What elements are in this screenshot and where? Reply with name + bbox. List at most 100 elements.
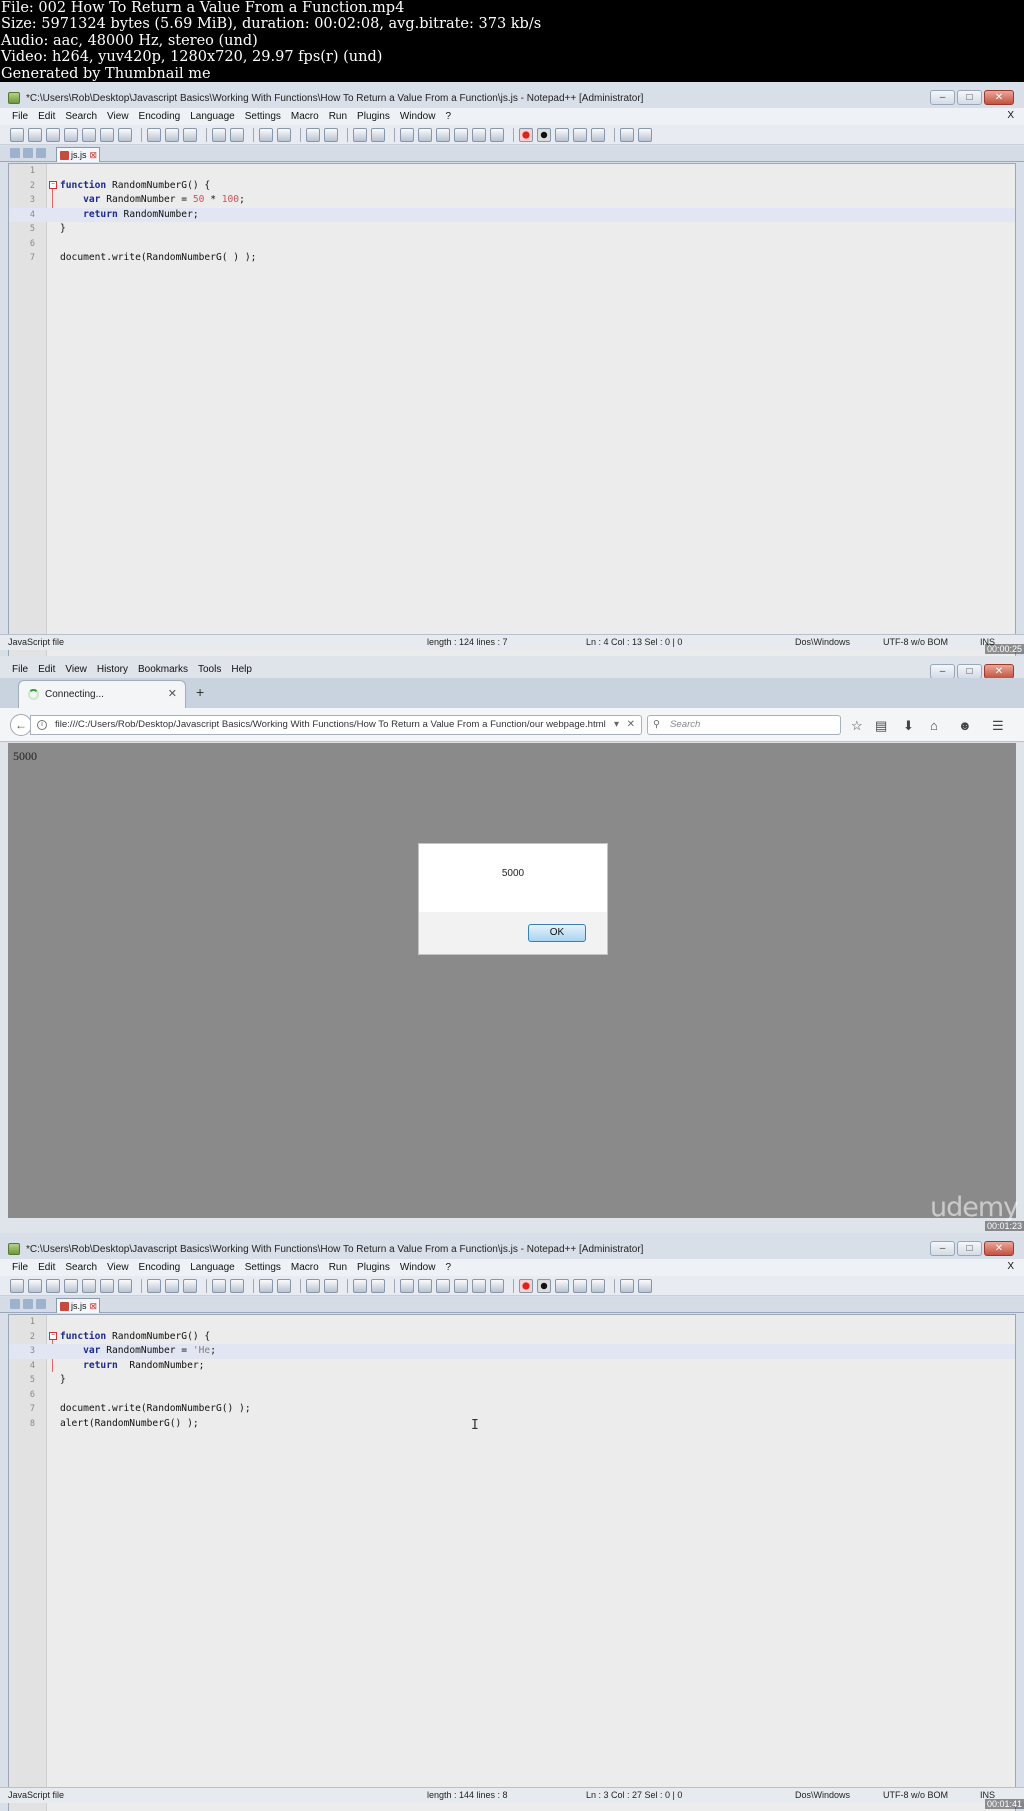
paste-icon[interactable] [183, 1278, 197, 1293]
open-file-icon[interactable] [28, 127, 42, 142]
find-icon[interactable] [259, 127, 273, 142]
site-info-icon[interactable]: i [37, 720, 47, 730]
stop-macro-icon[interactable] [537, 127, 551, 142]
minimize-button[interactable]: – [930, 664, 955, 679]
menu-macro[interactable]: Macro [291, 1262, 319, 1273]
menu-language[interactable]: Language [190, 111, 235, 122]
redo-icon[interactable] [230, 127, 244, 142]
zoom-out-icon[interactable] [324, 1278, 338, 1293]
save-icon[interactable] [46, 127, 60, 142]
doc-map-icon[interactable] [472, 127, 486, 142]
undo-icon[interactable] [212, 127, 226, 142]
paste-icon[interactable] [183, 127, 197, 142]
zoom-out-icon[interactable] [324, 127, 338, 142]
save-macro-icon[interactable] [591, 1278, 605, 1293]
menu-run[interactable]: Run [329, 111, 347, 122]
tab-js-file[interactable]: js.js ⊠ [56, 1298, 100, 1313]
doc-map-icon[interactable] [472, 1278, 486, 1293]
copy-icon[interactable] [165, 127, 179, 142]
fold-collapse-icon[interactable]: − [49, 1332, 57, 1340]
sync-horizontal-icon[interactable] [371, 127, 385, 142]
reading-list-icon[interactable]: ▤ [875, 718, 887, 734]
fold-collapse-icon[interactable]: − [49, 181, 57, 189]
code-editor[interactable]: 1 2 function RandomNumberG() { − 3 var Ra… [8, 163, 1016, 656]
menu-run[interactable]: Run [329, 1262, 347, 1273]
close-button[interactable]: ✕ [984, 90, 1014, 105]
menu-encoding[interactable]: Encoding [139, 1262, 181, 1273]
close-button[interactable]: ✕ [984, 1241, 1014, 1256]
save-all-icon[interactable] [64, 1278, 78, 1293]
menu-settings[interactable]: Settings [245, 111, 281, 122]
record-macro-icon[interactable] [519, 1278, 533, 1293]
minimize-button[interactable]: – [930, 90, 955, 105]
menu-window[interactable]: Window [400, 111, 436, 122]
menu-help[interactable]: ? [445, 1262, 451, 1273]
lang-icon[interactable] [454, 1278, 468, 1293]
show-all-chars-icon[interactable] [418, 127, 432, 142]
folder-icon[interactable] [638, 1278, 652, 1293]
open-file-icon[interactable] [28, 1278, 42, 1293]
menu-view[interactable]: View [65, 664, 87, 675]
new-tab-button[interactable]: + [196, 684, 204, 700]
close-file-icon[interactable] [82, 127, 96, 142]
dropdown-icon[interactable]: ▾ [614, 716, 619, 734]
spell-check-icon[interactable] [620, 127, 634, 142]
copy-icon[interactable] [165, 1278, 179, 1293]
play-macro-icon[interactable] [555, 127, 569, 142]
menu-help[interactable]: Help [231, 664, 252, 675]
menu-encoding[interactable]: Encoding [139, 111, 181, 122]
url-bar[interactable]: i file:///C:/Users/Rob/Desktop/Javascrip… [30, 715, 642, 735]
replace-icon[interactable] [277, 1278, 291, 1293]
zoom-in-icon[interactable] [306, 1278, 320, 1293]
menu-macro[interactable]: Macro [291, 111, 319, 122]
tab-close-icon[interactable]: ⊠ [89, 148, 97, 162]
alert-ok-button[interactable]: OK [528, 924, 586, 942]
home-icon[interactable]: ⌂ [930, 718, 938, 733]
sync-scroll-icon[interactable] [353, 127, 367, 142]
indent-guide-icon[interactable] [436, 127, 450, 142]
print-icon[interactable] [118, 127, 132, 142]
cut-icon[interactable] [147, 127, 161, 142]
bookmark-star-icon[interactable]: ☆ [851, 718, 863, 734]
tab-connecting[interactable]: Connecting... ✕ [18, 680, 186, 708]
menu-close-doc[interactable]: X [1007, 1261, 1014, 1272]
menu-tools[interactable]: Tools [198, 664, 221, 675]
menu-history[interactable]: History [97, 664, 128, 675]
close-all-icon[interactable] [100, 127, 114, 142]
redo-icon[interactable] [230, 1278, 244, 1293]
func-list-icon[interactable] [490, 127, 504, 142]
download-icon[interactable]: ⬇ [903, 718, 914, 734]
find-icon[interactable] [259, 1278, 273, 1293]
menu-help[interactable]: ? [445, 111, 451, 122]
menu-language[interactable]: Language [190, 1262, 235, 1273]
sync-scroll-icon[interactable] [353, 1278, 367, 1293]
undo-icon[interactable] [212, 1278, 226, 1293]
menu-view[interactable]: View [107, 111, 129, 122]
chat-icon[interactable]: ☻ [958, 718, 972, 733]
maximize-button[interactable]: □ [957, 90, 982, 105]
print-icon[interactable] [118, 1278, 132, 1293]
menu-view[interactable]: View [107, 1262, 129, 1273]
menu-file[interactable]: File [12, 1262, 28, 1273]
cut-icon[interactable] [147, 1278, 161, 1293]
lang-icon[interactable] [454, 127, 468, 142]
word-wrap-icon[interactable] [400, 1278, 414, 1293]
menu-close-doc[interactable]: X [1007, 110, 1014, 121]
menu-search[interactable]: Search [65, 1262, 97, 1273]
run-macro-multiple-icon[interactable] [573, 1278, 587, 1293]
close-button[interactable]: ✕ [984, 664, 1014, 679]
menu-file[interactable]: File [12, 111, 28, 122]
sync-horizontal-icon[interactable] [371, 1278, 385, 1293]
menu-edit[interactable]: Edit [38, 664, 55, 675]
tab-close-icon[interactable]: ⊠ [89, 1299, 97, 1313]
func-list-icon[interactable] [490, 1278, 504, 1293]
code-editor[interactable]: 1 2 function RandomNumberG() { − 3 var Ra… [8, 1314, 1016, 1811]
record-macro-icon[interactable] [519, 127, 533, 142]
folder-icon[interactable] [638, 127, 652, 142]
stop-macro-icon[interactable] [537, 1278, 551, 1293]
menu-edit[interactable]: Edit [38, 1262, 55, 1273]
play-macro-icon[interactable] [555, 1278, 569, 1293]
menu-settings[interactable]: Settings [245, 1262, 281, 1273]
save-macro-icon[interactable] [591, 127, 605, 142]
save-icon[interactable] [46, 1278, 60, 1293]
